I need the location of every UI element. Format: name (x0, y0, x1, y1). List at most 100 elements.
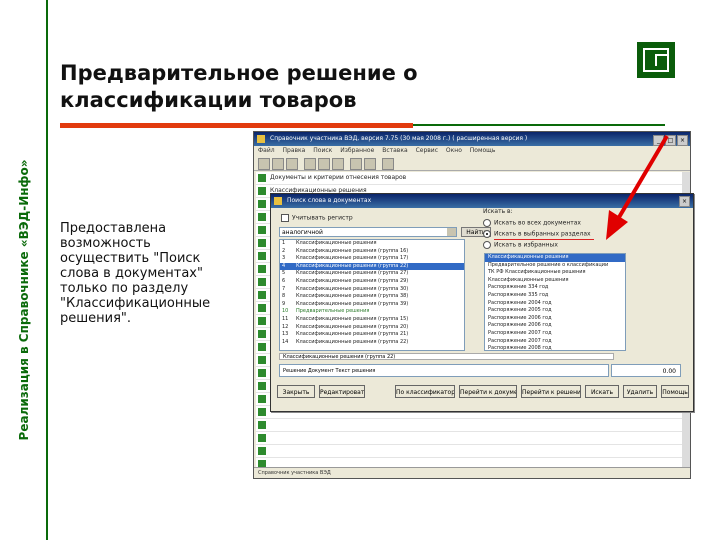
sections-list[interactable]: 1 Классификационные решения 2 Классификацио… (279, 239, 465, 351)
toolbar-bookmark-icon[interactable] (318, 158, 330, 170)
document-icon (258, 408, 266, 416)
section-list-item[interactable]: 7 Классификационные решения (группа 30) (280, 286, 464, 294)
section-label: Классификационные решения (группа 27) (296, 270, 409, 277)
case-checkbox[interactable]: Учитывать регистр (281, 214, 353, 222)
menu-favorites[interactable]: Избранное (340, 147, 374, 154)
radio-button[interactable] (483, 241, 491, 249)
document-row[interactable]: Документы и критерии отнесения товаров (256, 172, 688, 185)
result-header: Решение Документ Текст решения (279, 364, 609, 377)
document-row[interactable] (256, 432, 688, 445)
document-icon (258, 421, 266, 429)
help-button[interactable]: Помощь (661, 385, 689, 398)
body-line: "Классификационные (60, 296, 211, 311)
delete-button[interactable]: Удалить (623, 385, 657, 398)
section-list-item[interactable]: 12 Классификационные решения (группа 20) (280, 324, 464, 332)
section-list-item[interactable]: 9 Классификационные решения (группа 39) (280, 301, 464, 309)
menu-insert[interactable]: Вставка (382, 147, 407, 154)
radio-button-selected[interactable] (483, 230, 491, 238)
toolbar-back-icon[interactable] (258, 158, 270, 170)
checkbox-box[interactable] (281, 214, 289, 222)
chevron-down-icon[interactable] (447, 228, 456, 236)
selected-section-item[interactable]: Распоряжение 2006 год (485, 322, 625, 330)
selected-section-item[interactable]: Распоряжение 2004 год (485, 300, 625, 308)
menu-window[interactable]: Окно (446, 147, 462, 154)
section-list-item[interactable]: 6 Классификационные решения (группа 29) (280, 278, 464, 286)
section-number: 13 (282, 331, 289, 338)
selected-section-item[interactable]: Классификационные решения (485, 254, 625, 262)
section-list-item[interactable]: 4 Классификационные решения (группа 22) (280, 262, 464, 271)
menu-edit[interactable]: Правка (283, 147, 306, 154)
title-underline-red (60, 123, 413, 128)
section-list-item[interactable]: 10 Предварительные решения (280, 308, 464, 316)
section-list-item[interactable]: 13 Классификационные решения (группа 21) (280, 331, 464, 339)
toolbar-help-icon[interactable] (382, 158, 394, 170)
section-number: 14 (282, 338, 289, 345)
return-icon[interactable] (637, 42, 675, 78)
option-label: Искать во всех документах (494, 219, 581, 227)
option-favorites[interactable]: Искать в избранных (483, 241, 558, 249)
section-list-item[interactable]: 8 Классификационные решения (группа 38) (280, 293, 464, 301)
document-row[interactable] (256, 445, 688, 458)
section-number: 10 (282, 308, 289, 315)
goto-document-button[interactable]: Перейти к документу (459, 385, 517, 398)
dialog-close-button[interactable]: × (679, 196, 690, 207)
selected-sections-list[interactable]: Классификационные решения Предварительное… (484, 253, 626, 351)
section-number: 7 (282, 285, 286, 292)
option-all-documents[interactable]: Искать во всех документах (483, 219, 581, 227)
selected-section-item[interactable]: Распоряжение 2005 год (485, 307, 625, 315)
document-icon (258, 434, 266, 442)
section-list-item[interactable]: 14 Классификационные решения (группа 22) (280, 339, 464, 347)
document-row[interactable] (256, 419, 688, 432)
maximize-button[interactable]: □ (665, 135, 676, 146)
section-list-item[interactable]: 1 Классификационные решения (280, 240, 464, 248)
slide-title-line-2: классификации товаров (60, 88, 357, 112)
document-icon (258, 174, 266, 182)
document-icon (258, 278, 266, 286)
checkbox-label: Учитывать регистр (292, 214, 353, 222)
option-selected-sections[interactable]: Искать в выбранных разделах (483, 230, 591, 238)
search-input[interactable]: аналогичной (279, 227, 457, 237)
toolbar-forward-icon[interactable] (272, 158, 284, 170)
section-label: Классификационные решения (группа 17) (296, 255, 409, 262)
menu-help[interactable]: Помощь (470, 147, 496, 154)
goto-decision-button[interactable]: Перейти к решению (521, 385, 581, 398)
selected-section-item[interactable]: Распоряжение 2008 год (485, 345, 625, 350)
minimize-button[interactable]: _ (653, 135, 664, 146)
selected-section-item[interactable]: Распоряжение 2007 год (485, 330, 625, 338)
toolbar-find-icon[interactable] (304, 158, 316, 170)
section-list-item[interactable]: 3 Классификационные решения (группа 17) (280, 255, 464, 263)
side-divider-line (46, 0, 48, 540)
body-line: Предоставлена (60, 221, 167, 236)
dialog-button-row: Закрыть Редактировать По классификатору … (271, 385, 695, 399)
selected-section-item[interactable]: ТК РФ Классификационные решения (485, 269, 625, 277)
selected-section-item[interactable]: Классификационные решения (485, 277, 625, 285)
close-button[interactable]: × (677, 135, 688, 146)
section-label: Классификационные решения (группа 30) (296, 285, 409, 292)
dialog-icon (274, 197, 282, 205)
selected-section-item[interactable]: Предварительное решение о классификации (485, 262, 625, 270)
search-button[interactable]: Искать (585, 385, 619, 398)
edit-button[interactable]: Редактировать (319, 385, 365, 398)
close-dialog-button[interactable]: Закрыть (277, 385, 315, 398)
body-line: только по разделу (60, 281, 189, 296)
section-list-item[interactable]: 5 Классификационные решения (группа 27) (280, 270, 464, 278)
selected-section-item[interactable]: Распоряжение 334 год (485, 284, 625, 292)
toolbar-save-icon[interactable] (364, 158, 376, 170)
menu-search[interactable]: Поиск (313, 147, 332, 154)
count-field: 0.00 (611, 364, 681, 377)
menu-file[interactable]: Файл (258, 147, 275, 154)
toolbar-print-icon[interactable] (332, 158, 344, 170)
toolbar-copy-icon[interactable] (350, 158, 362, 170)
selected-section-item[interactable]: Распоряжение 335 год (485, 292, 625, 300)
selected-section-item[interactable]: Распоряжение 2006 год (485, 315, 625, 323)
toolbar-home-icon[interactable] (286, 158, 298, 170)
radio-button[interactable] (483, 219, 491, 227)
menu-service[interactable]: Сервис (416, 147, 438, 154)
by-classifier-button[interactable]: По классификатору (395, 385, 455, 398)
section-list-item[interactable]: 2 Классификационные решения (группа 16) (280, 248, 464, 256)
app-icon (257, 135, 265, 143)
document-icon (258, 447, 266, 455)
section-number: 12 (282, 323, 289, 330)
selected-section-item[interactable]: Распоряжение 2007 год (485, 338, 625, 346)
section-list-item[interactable]: 11 Классификационные решения (группа 15) (280, 316, 464, 324)
